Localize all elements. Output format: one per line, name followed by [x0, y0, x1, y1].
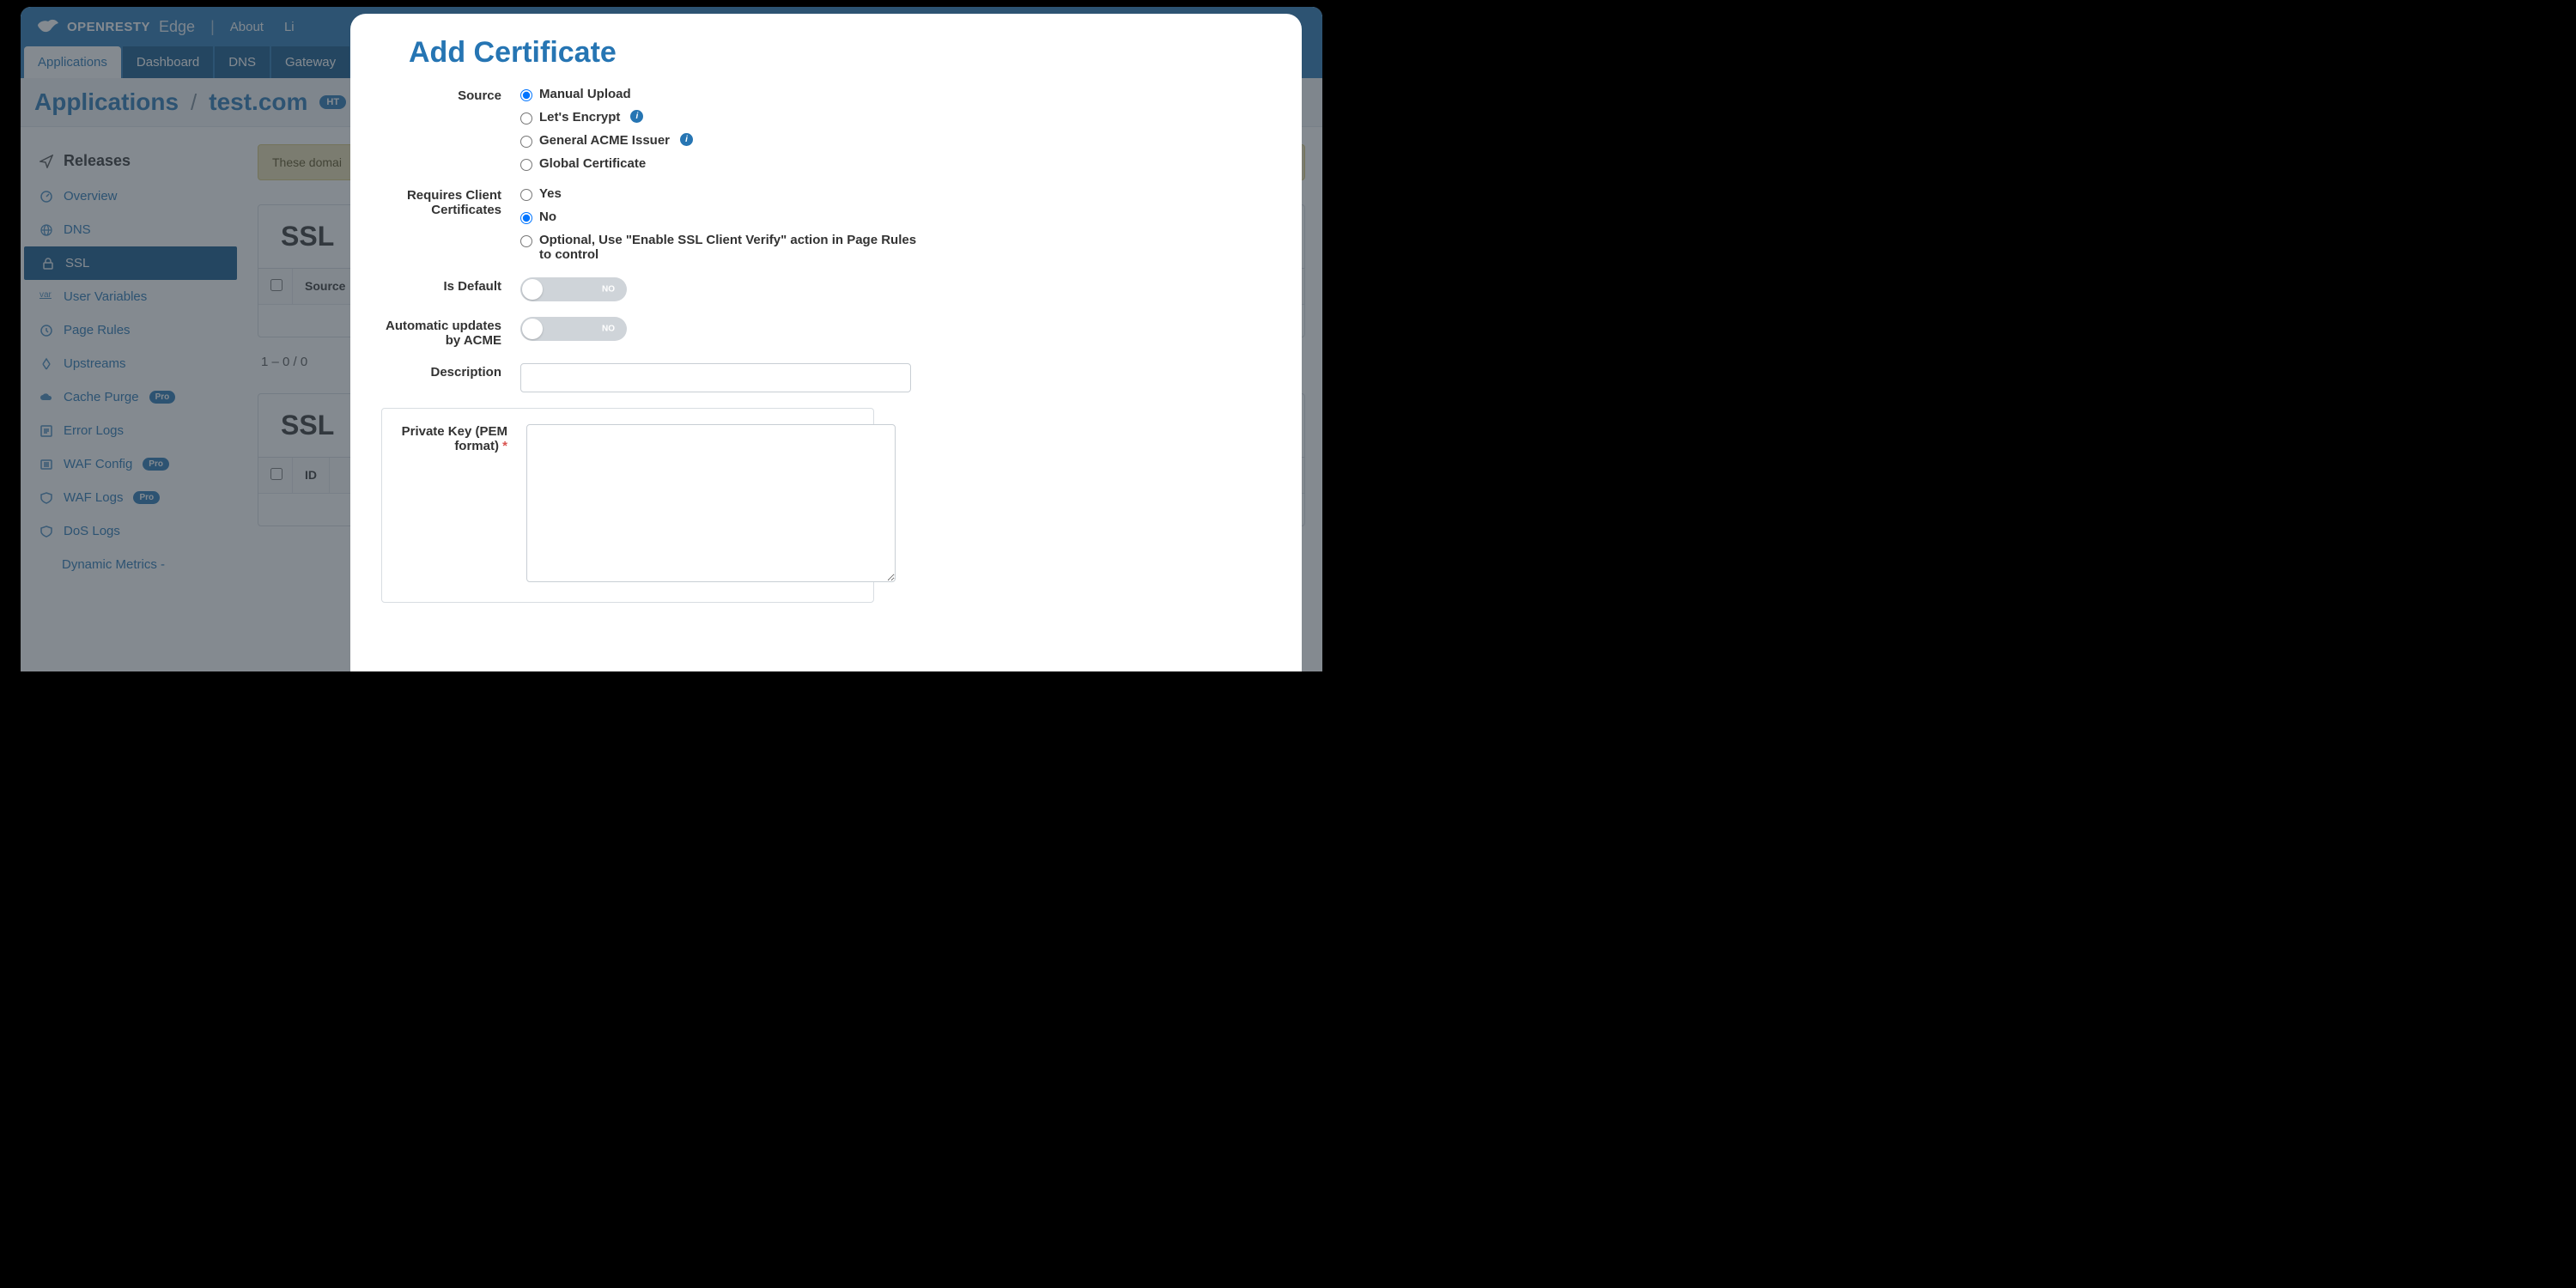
- info-icon[interactable]: i: [680, 133, 693, 146]
- required-star: *: [502, 439, 507, 453]
- radio-input[interactable]: [520, 212, 532, 224]
- source-radio-acme[interactable]: General ACME Issuer i: [520, 133, 1278, 148]
- private-key-label: Private Key (PEM format) *: [398, 424, 526, 586]
- add-certificate-modal: Add Certificate Source Manual Upload Let…: [350, 14, 1302, 671]
- private-key-textarea[interactable]: [526, 424, 896, 582]
- pem-block: Private Key (PEM format) *: [381, 408, 874, 603]
- modal-title: Add Certificate: [409, 36, 1278, 70]
- requires-client-label: Requires Client Certificates: [374, 186, 520, 262]
- source-radio-global[interactable]: Global Certificate: [520, 156, 1278, 171]
- requires-client-optional[interactable]: Optional, Use "Enable SSL Client Verify"…: [520, 233, 1278, 262]
- toggle-knob: [522, 319, 543, 339]
- description-input[interactable]: [520, 363, 911, 392]
- radio-input[interactable]: [520, 136, 532, 148]
- is-default-toggle[interactable]: NO: [520, 277, 627, 301]
- source-radio-letsencrypt[interactable]: Let's Encrypt i: [520, 110, 1278, 125]
- auto-acme-toggle[interactable]: NO: [520, 317, 627, 341]
- radio-input[interactable]: [520, 112, 532, 125]
- description-label: Description: [374, 363, 520, 392]
- radio-input[interactable]: [520, 89, 532, 101]
- auto-acme-label: Automatic updates by ACME: [374, 317, 520, 348]
- toggle-knob: [522, 279, 543, 300]
- radio-input[interactable]: [520, 159, 532, 171]
- requires-client-yes[interactable]: Yes: [520, 186, 1278, 201]
- radio-input[interactable]: [520, 189, 532, 201]
- requires-client-no[interactable]: No: [520, 210, 1278, 224]
- source-radio-manual[interactable]: Manual Upload: [520, 87, 1278, 101]
- info-icon[interactable]: i: [630, 110, 643, 123]
- toggle-off-label: NO: [602, 285, 615, 295]
- source-label: Source: [374, 87, 520, 171]
- is-default-label: Is Default: [374, 277, 520, 301]
- toggle-off-label: NO: [602, 325, 615, 334]
- radio-input[interactable]: [520, 235, 532, 247]
